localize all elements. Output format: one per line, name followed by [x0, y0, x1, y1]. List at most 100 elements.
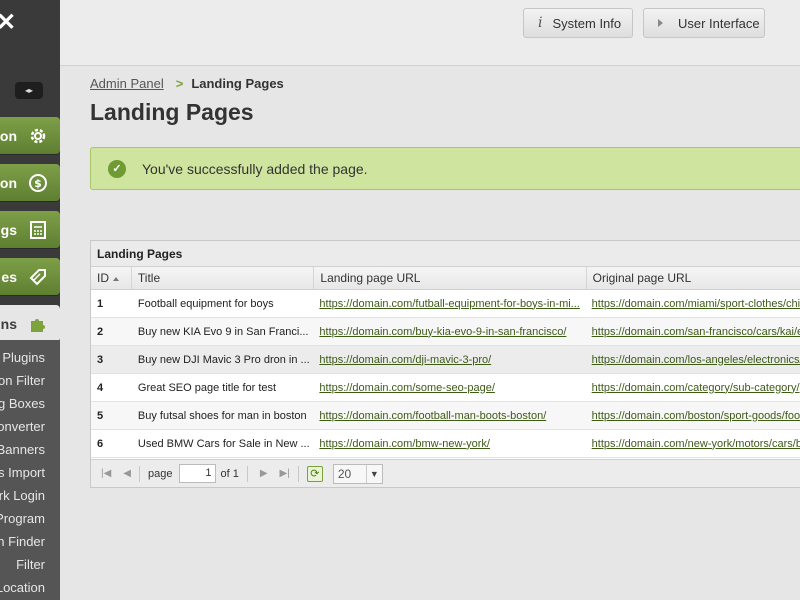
sidebar-category-label: on — [0, 127, 17, 144]
cell-id: 3 — [97, 353, 104, 366]
sidebar-category-sales[interactable]: es — [0, 258, 60, 295]
sidebar-item-banners[interactable]: Banners — [0, 442, 45, 457]
info-icon: i — [538, 15, 543, 31]
sidebar-item-location[interactable]: Location — [0, 580, 45, 595]
sidebar-item-network-login[interactable]: rk Login — [0, 488, 45, 503]
cell-landing-url: https://domain.com/dji-mavic-3-pro/ — [314, 354, 586, 366]
page-title: Landing Pages — [90, 99, 254, 125]
page-label: page — [148, 467, 173, 480]
original-url-link[interactable]: https://domain.com/new-york/motors/cars/… — [592, 438, 800, 450]
system-info-button[interactable]: i System Info — [523, 8, 633, 38]
puzzle-icon — [28, 314, 48, 334]
next-page-icon[interactable]: ▶ — [260, 468, 268, 479]
sidebar-category-plugins[interactable]: ins — [0, 305, 60, 342]
sidebar-toggle-button[interactable]: ◂▸ — [15, 82, 43, 99]
cell-title: Buy new KIA Evo 9 in San Franci... — [137, 325, 309, 338]
check-icon: ✓ — [108, 159, 126, 178]
table-row[interactable]: 6 Used BMW Cars for Sale in New ... http… — [91, 430, 800, 458]
cell-id: 6 — [97, 437, 104, 450]
pager-divider — [139, 465, 140, 482]
top-bar: i System Info User Interface — [60, 0, 800, 66]
chevron-right-icon: > — [175, 76, 184, 91]
landing-url-link[interactable]: https://domain.com/dji-mavic-3-pro/ — [319, 354, 491, 366]
page-count-label: of 1 — [220, 467, 239, 480]
chevron-down-icon: ▼ — [365, 464, 382, 483]
table-row[interactable]: 4 Great SEO page title for test https://… — [91, 374, 800, 402]
sidebar-item-plugins[interactable]: Plugins — [2, 350, 45, 365]
landing-url-link[interactable]: https://domain.com/futball-equipment-for… — [319, 298, 579, 310]
sidebar-category-label: gs — [0, 221, 17, 238]
table-row[interactable]: 5 Buy futsal shoes for man in boston htt… — [91, 402, 800, 430]
cell-landing-url: https://domain.com/buy-kia-evo-9-in-san-… — [314, 326, 586, 338]
cell-landing-url: https://domain.com/football-man-boots-bo… — [314, 410, 586, 422]
landing-url-link[interactable]: https://domain.com/some-seo-page/ — [319, 382, 494, 394]
breadcrumb-admin-panel-link[interactable]: Admin Panel — [90, 76, 164, 91]
breadcrumb: Admin Panel > Landing Pages — [90, 76, 284, 91]
cell-id: 1 — [97, 297, 104, 310]
cell-landing-url: https://domain.com/futball-equipment-for… — [314, 298, 586, 310]
original-url-link[interactable]: https://domain.com/los-angeles/electroni… — [592, 354, 800, 366]
cell-original-url: https://domain.com/miami/sport-clothes/c… — [587, 298, 800, 310]
original-url-link[interactable]: https://domain.com/san-francisco/cars/ka… — [592, 326, 800, 338]
original-url-link[interactable]: https://domain.com/boston/sport-goods/fo… — [592, 410, 800, 422]
cell-original-url: https://domain.com/los-angeles/electroni… — [587, 354, 800, 366]
sidebar-category-configuration[interactable]: on — [0, 117, 60, 154]
tag-icon — [28, 267, 48, 287]
cell-original-url: https://domain.com/san-francisco/cars/ka… — [587, 326, 800, 338]
previous-page-icon[interactable]: ◀ — [123, 468, 131, 479]
sidebar-item-location-filter[interactable]: on Filter — [0, 373, 45, 388]
table-row[interactable]: 2 Buy new KIA Evo 9 in San Franci... htt… — [91, 318, 800, 346]
cell-id: 4 — [97, 381, 104, 394]
landing-url-link[interactable]: https://domain.com/football-man-boots-bo… — [319, 410, 546, 422]
cell-original-url: https://domain.com/new-york/motors/cars/… — [587, 438, 800, 450]
svg-text:$: $ — [34, 177, 42, 190]
sidebar-item-listing-boxes[interactable]: g Boxes — [0, 396, 45, 411]
sidebar-item-import[interactable]: s Import — [0, 465, 45, 480]
breadcrumb-current: Landing Pages — [191, 76, 284, 91]
triangle-right-icon — [658, 19, 663, 27]
last-page-icon[interactable]: ▶| — [280, 468, 290, 479]
column-header-id[interactable]: ID — [91, 267, 132, 289]
landing-url-link[interactable]: https://domain.com/buy-kia-evo-9-in-san-… — [319, 326, 566, 338]
per-page-value: 20 — [337, 466, 352, 481]
original-url-link[interactable]: https://domain.com/miami/sport-clothes/c… — [592, 298, 800, 310]
sort-ascending-icon — [113, 276, 119, 281]
user-interface-button[interactable]: User Interface — [643, 8, 765, 38]
refresh-icon[interactable]: ⟳ — [306, 465, 323, 482]
pagination-bar: |◀ ◀ page 1 of 1 ▶ ▶| ⟳ 20 ▼ — [91, 459, 800, 487]
user-interface-label: User Interface — [678, 15, 760, 31]
sidebar-item-filter[interactable]: Filter — [16, 557, 45, 572]
table-row[interactable]: 3 Buy new DJI Mavic 3 Pro dron in ... ht… — [91, 346, 800, 374]
grid-header: ID Title Landing page URL Original page … — [91, 267, 800, 290]
landing-url-link[interactable]: https://domain.com/bmw-new-york/ — [319, 438, 490, 450]
success-notification: ✓ You've successfully added the page. — [90, 147, 800, 190]
page-number-input[interactable]: 1 — [179, 464, 217, 483]
column-header-original-url[interactable]: Original page URL — [587, 267, 800, 289]
calculator-icon — [28, 220, 48, 240]
column-header-landing-url[interactable]: Landing page URL — [314, 267, 587, 289]
cell-title: Buy new DJI Mavic 3 Pro dron in ... — [137, 353, 310, 366]
first-page-icon[interactable]: |◀ — [101, 468, 111, 479]
sidebar-category-label: ins — [0, 315, 17, 332]
sidebar-item-converter[interactable]: onverter — [0, 419, 45, 434]
cell-title: Football equipment for boys — [137, 297, 274, 310]
cell-title: Buy futsal shoes for man in boston — [137, 409, 307, 422]
cell-id: 2 — [97, 325, 104, 338]
table-row[interactable]: 1 Football equipment for boys https://do… — [91, 290, 800, 318]
original-url-link[interactable]: https://domain.com/category/sub-category… — [592, 382, 800, 394]
cell-landing-url: https://domain.com/bmw-new-york/ — [314, 438, 586, 450]
per-page-select[interactable]: 20 ▼ — [332, 463, 383, 484]
sidebar-item-finder[interactable]: n Finder — [0, 534, 45, 549]
sidebar: ✕ ◂▸ on on $ gs es ins Plugins on Filter… — [0, 0, 60, 600]
cell-original-url: https://domain.com/boston/sport-goods/fo… — [587, 410, 800, 422]
sidebar-submenu: Plugins on Filter g Boxes onverter Banne… — [0, 340, 60, 600]
sidebar-category-payment[interactable]: on $ — [0, 164, 60, 201]
sidebar-category-label: es — [1, 268, 17, 285]
logo[interactable]: ✕ — [0, 8, 16, 37]
grid-title: Landing Pages — [91, 241, 800, 267]
column-header-title[interactable]: Title — [132, 267, 315, 289]
gear-icon — [28, 126, 48, 146]
sidebar-item-program[interactable]: Program — [0, 511, 45, 526]
sidebar-category-listings[interactable]: gs — [0, 211, 60, 248]
dollar-icon: $ — [28, 173, 48, 193]
